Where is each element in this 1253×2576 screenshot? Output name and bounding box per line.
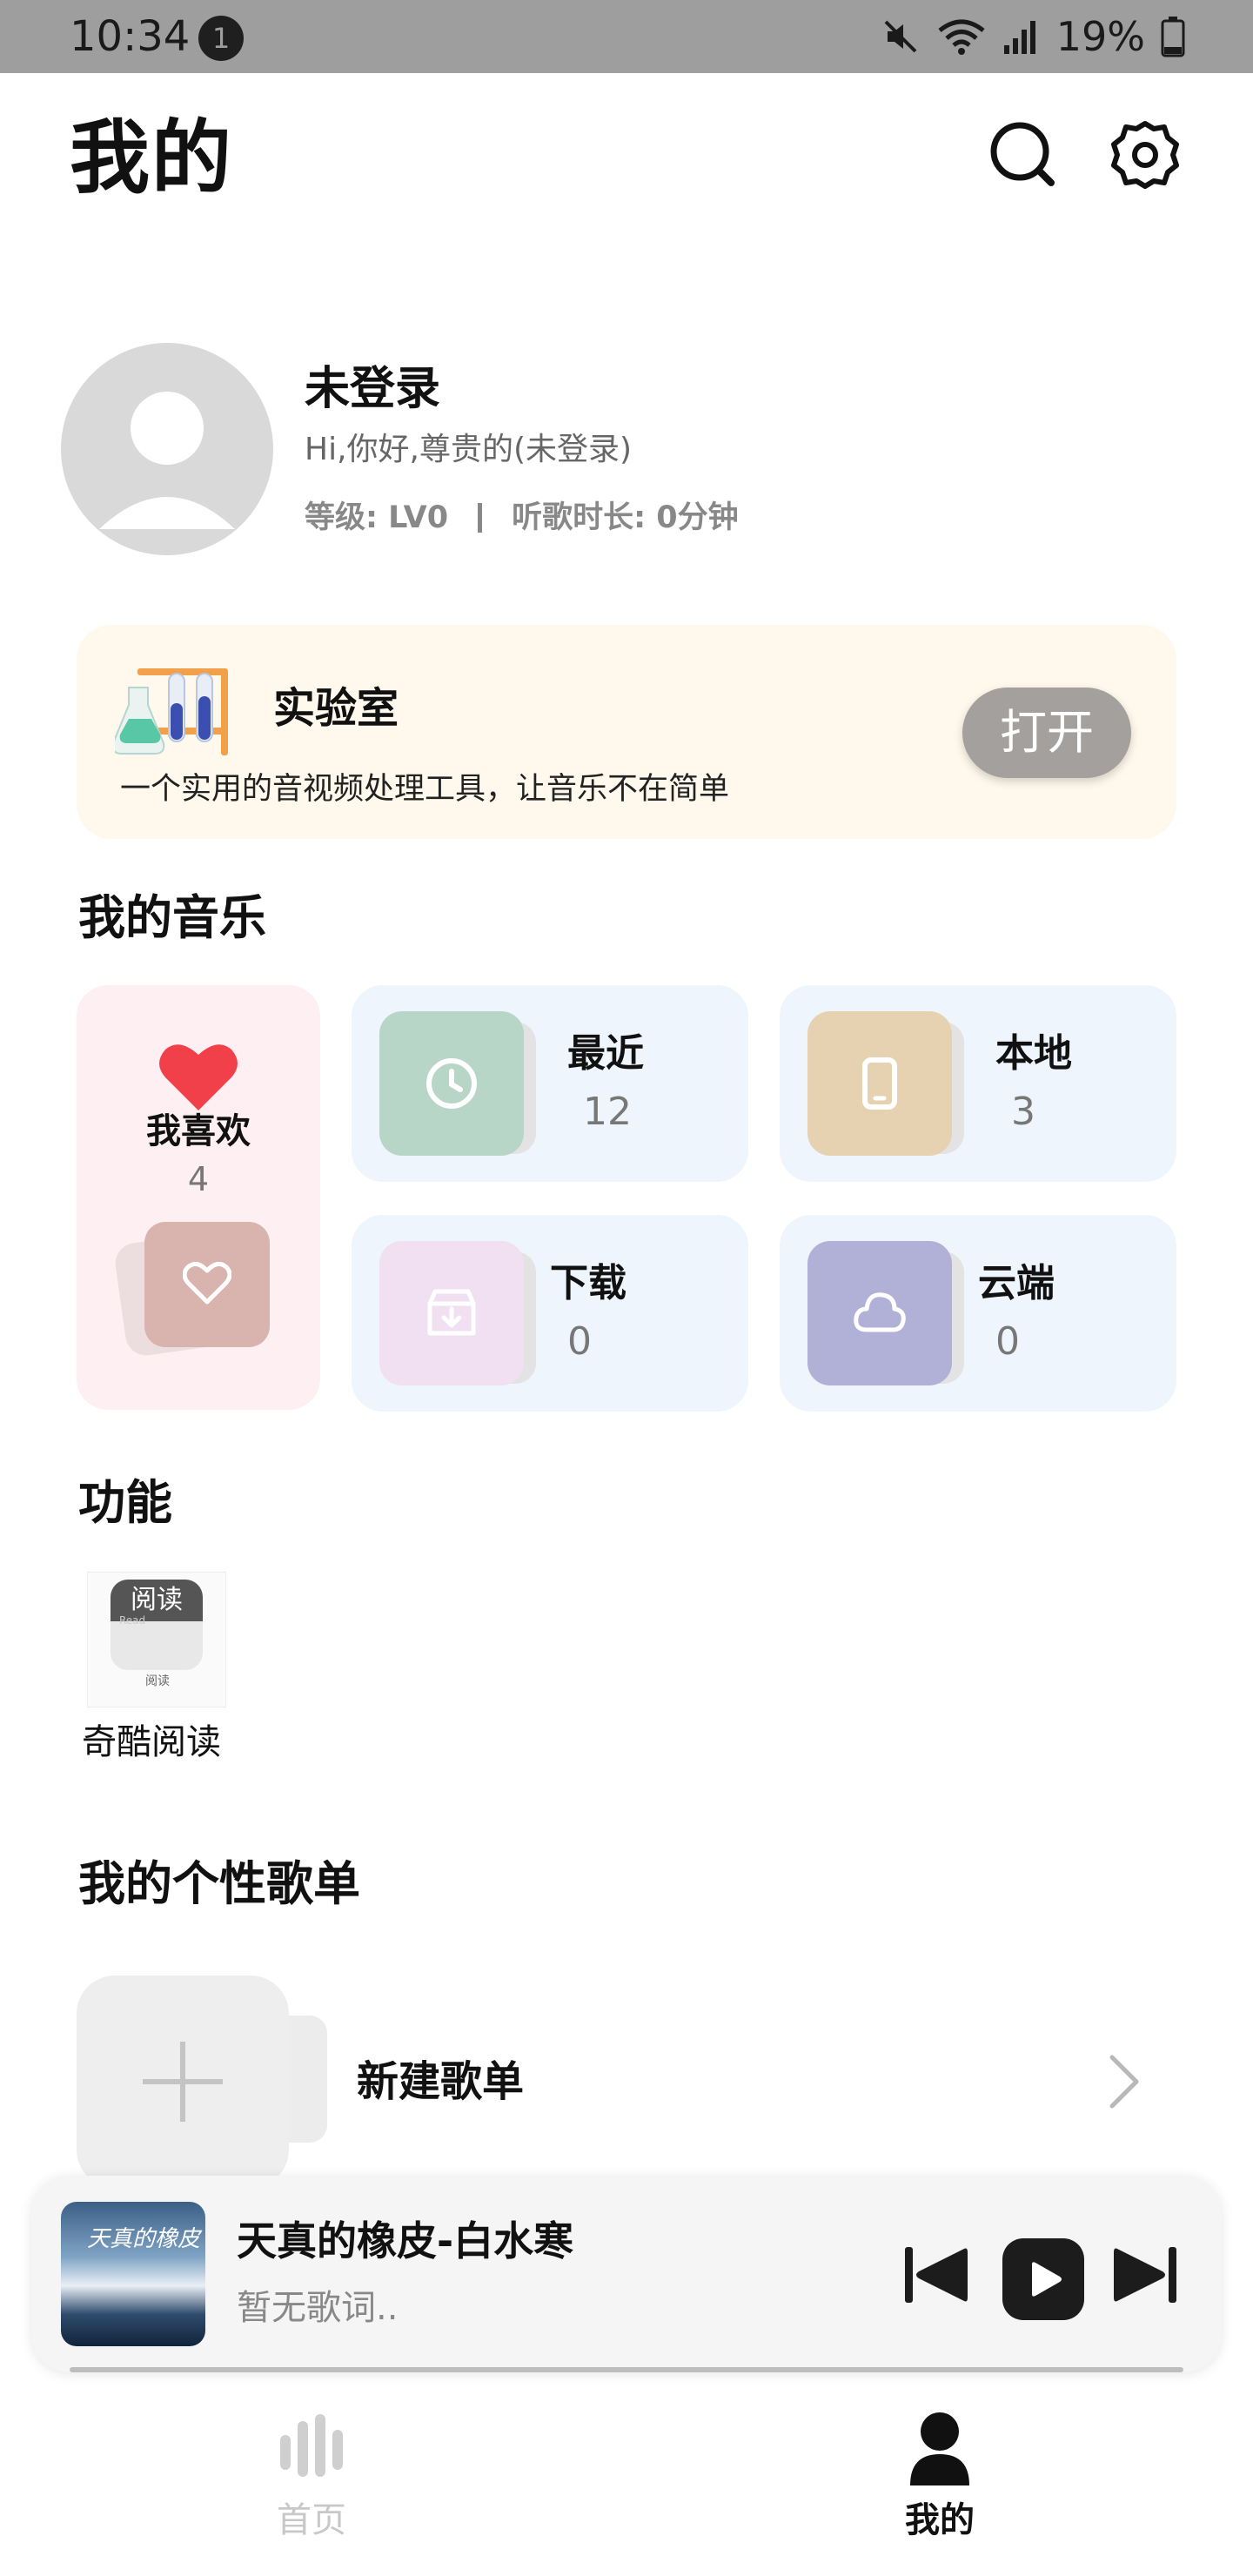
nav-mine-label: 我的 bbox=[905, 2500, 975, 2540]
profile-name[interactable]: 未登录 bbox=[305, 359, 440, 419]
lab-open-button[interactable]: 打开 bbox=[962, 688, 1131, 778]
profile-greeting: Hi,你好,尊贵的(未登录) bbox=[305, 432, 633, 467]
favorites-cover bbox=[144, 1222, 270, 1347]
heart-outline-icon bbox=[183, 1261, 231, 1305]
stats-divider bbox=[478, 503, 483, 533]
mute-icon bbox=[881, 17, 921, 57]
read-app-label[interactable]: 奇酷阅读 bbox=[82, 1718, 221, 1767]
battery-icon bbox=[1161, 16, 1185, 57]
play-button[interactable] bbox=[1002, 2238, 1084, 2320]
status-bar: 10:34 1 19% bbox=[0, 0, 1253, 73]
read-app-logo: 阅读 Read bbox=[111, 1580, 203, 1670]
next-track-icon[interactable] bbox=[1110, 2240, 1180, 2310]
previous-track-icon[interactable] bbox=[901, 2240, 971, 2310]
local-label: 本地 bbox=[995, 1031, 1072, 1076]
features-title: 功能 bbox=[78, 1475, 172, 1530]
local-count: 3 bbox=[1011, 1090, 1035, 1134]
favorites-tile[interactable]: 我喜欢 4 bbox=[77, 985, 320, 1410]
page-title: 我的 bbox=[70, 111, 234, 205]
settings-gear-icon[interactable] bbox=[1110, 120, 1180, 190]
heart-icon bbox=[158, 1039, 238, 1112]
playback-progress-bar[interactable] bbox=[70, 2367, 1183, 2372]
recent-label: 最近 bbox=[567, 1031, 644, 1076]
nav-home[interactable]: 首页 bbox=[224, 2402, 399, 2550]
recent-tile[interactable]: 最近 12 bbox=[352, 985, 748, 1182]
local-tile[interactable]: 本地 3 bbox=[780, 985, 1176, 1182]
status-right: 19% bbox=[881, 10, 1185, 63]
lab-description: 一个实用的音视频处理工具，让音乐不在简单 bbox=[120, 772, 730, 807]
read-app-logo-text: 阅读 bbox=[131, 1585, 183, 1615]
read-app-caption: 阅读 bbox=[145, 1674, 170, 1688]
nav-home-label: 首页 bbox=[277, 2500, 346, 2540]
my-music-title: 我的音乐 bbox=[78, 890, 266, 945]
level-text: 等级: LV0 bbox=[305, 500, 449, 535]
download-label: 下载 bbox=[550, 1261, 626, 1305]
user-icon bbox=[910, 2412, 969, 2485]
signal-icon bbox=[1002, 17, 1041, 56]
album-art[interactable]: 天真的橡皮 bbox=[61, 2202, 205, 2346]
playlists-title: 我的个性歌单 bbox=[78, 1856, 360, 1911]
new-playlist-label[interactable]: 新建歌单 bbox=[357, 2054, 524, 2110]
album-art-text: 天真的橡皮 bbox=[87, 2226, 201, 2252]
download-tile[interactable]: 下载 0 bbox=[352, 1215, 748, 1412]
avatar[interactable] bbox=[61, 343, 273, 555]
cloud-label: 云端 bbox=[978, 1261, 1055, 1305]
notification-badge: 1 bbox=[198, 16, 244, 61]
read-app-icon[interactable]: 阅读 Read 阅读 bbox=[87, 1572, 226, 1707]
listen-time-text: 听歌时长: 0分钟 bbox=[512, 500, 739, 535]
battery-percent: 19% bbox=[1055, 13, 1145, 60]
play-icon bbox=[1032, 2262, 1062, 2297]
cloud-count: 0 bbox=[995, 1319, 1020, 1364]
lab-title: 实验室 bbox=[273, 684, 399, 733]
favorites-count: 4 bbox=[187, 1160, 210, 1198]
status-time: 10:34 bbox=[70, 12, 191, 61]
plus-icon bbox=[143, 2042, 223, 2122]
phone-icon bbox=[807, 1011, 952, 1156]
chevron-right-icon[interactable] bbox=[1103, 2052, 1145, 2111]
lab-flask-icon bbox=[111, 661, 233, 759]
lyrics-text: 暂无歌词.. bbox=[237, 2288, 399, 2328]
favorites-label: 我喜欢 bbox=[146, 1111, 251, 1151]
download-count: 0 bbox=[567, 1319, 592, 1364]
home-bars-icon bbox=[280, 2414, 343, 2477]
cloud-icon bbox=[807, 1241, 952, 1385]
cloud-tile[interactable]: 云端 0 bbox=[780, 1215, 1176, 1412]
recent-count: 12 bbox=[583, 1090, 632, 1134]
nav-mine[interactable]: 我的 bbox=[853, 2402, 1027, 2550]
mini-player[interactable]: 天真的橡皮 天真的橡皮-白水寒 暂无歌词.. bbox=[31, 2176, 1222, 2372]
song-title: 天真的橡皮-白水寒 bbox=[237, 2217, 574, 2264]
download-box-icon bbox=[379, 1241, 524, 1385]
clock-icon bbox=[379, 1011, 524, 1156]
wifi-icon bbox=[936, 17, 987, 57]
search-icon[interactable] bbox=[988, 120, 1058, 190]
profile-stats: 等级: LV0 听歌时长: 0分钟 bbox=[305, 496, 739, 540]
new-playlist-cover[interactable] bbox=[77, 1976, 289, 2188]
lab-card[interactable]: 实验室 一个实用的音视频处理工具，让音乐不在简单 打开 bbox=[77, 625, 1176, 839]
read-app-logo-sub: Read bbox=[119, 1614, 146, 1627]
